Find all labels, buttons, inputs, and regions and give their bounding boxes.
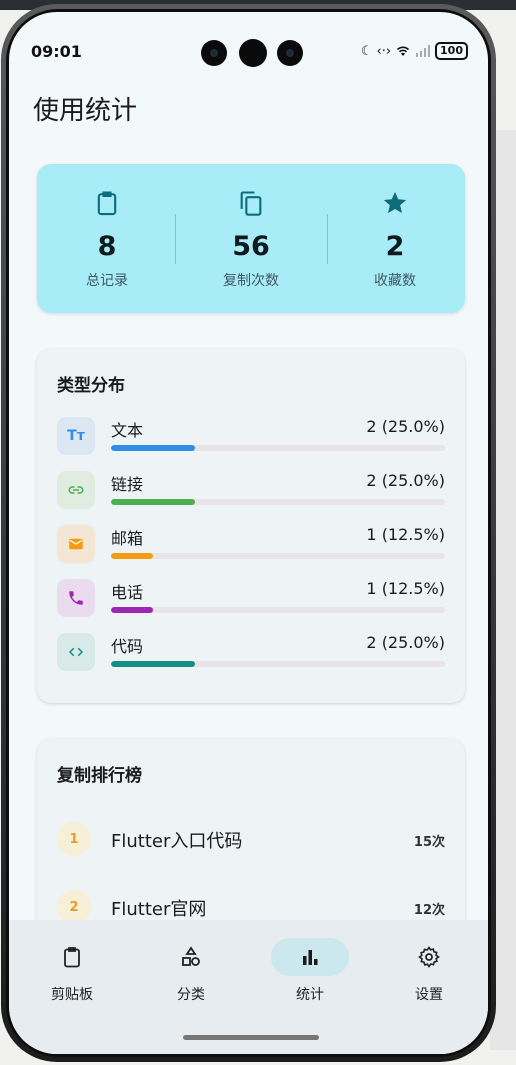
type-bar-fill [111, 499, 195, 505]
phone-frame: 09:01 ☾ ‹·› 100 使用统计 8 总记录 56 复制次数 2 收藏数… [1, 4, 496, 1062]
type-distribution-card: 类型分布 Tт 文本 2 (25.0%) 链接 2 (25.0%) 邮箱 1 (… [37, 349, 465, 703]
type-bar-fill [111, 445, 195, 451]
signal-icon [416, 45, 431, 57]
type-name: 代码 [111, 637, 144, 656]
type-value: 1 (12.5%) [366, 525, 445, 544]
rank-badge: 2 [57, 890, 91, 924]
type-value: 2 (25.0%) [366, 633, 445, 652]
type-name: 文本 [111, 421, 144, 440]
moon-icon: ☾ [360, 43, 373, 59]
type-bar-fill [111, 661, 195, 667]
screenshot-stage: 09:01 ☾ ‹·› 100 使用统计 8 总记录 56 复制次数 2 收藏数… [0, 0, 516, 1065]
nav-item-category[interactable]: 分类 [145, 932, 237, 1003]
code-icon [57, 633, 95, 671]
nav-item-statistics[interactable]: 统计 [264, 932, 356, 1003]
type-bar-track [111, 607, 445, 613]
type-bar-track [111, 661, 445, 667]
summary-card: 8 总记录 56 复制次数 2 收藏数 [37, 164, 465, 313]
type-bar-fill [111, 553, 153, 559]
phone-icon [57, 579, 95, 617]
stat-value: 8 [97, 231, 117, 262]
code-glyph [68, 647, 84, 657]
type-bar-track [111, 445, 445, 451]
ranking-item-name: Flutter官网 [111, 899, 207, 920]
type-value: 2 (25.0%) [366, 417, 445, 436]
type-name: 电话 [111, 583, 144, 602]
nav-icon-container [152, 938, 230, 976]
nav-label: 设置 [415, 987, 443, 1003]
type-name: 链接 [111, 475, 144, 494]
stat-favorites: 2 收藏数 [325, 164, 465, 313]
bottom-navigation: 剪贴板 分类 统计 设置 [9, 920, 488, 1054]
nav-label: 剪贴板 [51, 987, 93, 1003]
nav-label: 统计 [296, 987, 324, 1003]
type-row-email: 邮箱 1 (12.5%) [57, 523, 445, 569]
text-icon: Tт [57, 417, 95, 455]
status-time: 09:01 [31, 42, 82, 61]
type-row-link: 链接 2 (25.0%) [57, 469, 445, 515]
type-row-code: 代码 2 (25.0%) [57, 631, 445, 677]
type-row-text: Tт 文本 2 (25.0%) [57, 415, 445, 461]
ranking-item-count: 15次 [413, 835, 445, 850]
stat-copy-count: 56 复制次数 [181, 164, 321, 313]
wifi-icon [396, 46, 410, 56]
camera-icon [239, 39, 267, 67]
divider [175, 214, 176, 264]
camera-icon [201, 40, 227, 66]
data-transfer-icon: ‹·› [376, 43, 392, 59]
bar-chart-icon [303, 950, 318, 965]
battery-indicator: 100 [435, 42, 468, 60]
page-title: 使用统计 [33, 96, 138, 126]
type-bar-fill [111, 607, 153, 613]
ranking-item[interactable]: 1 Flutter入口代码 15次 [57, 822, 445, 862]
rank-badge: 1 [57, 822, 91, 856]
camera-icon [277, 40, 303, 66]
type-name: 邮箱 [111, 529, 144, 548]
gear-icon [418, 946, 440, 968]
type-bar-track [111, 499, 445, 505]
nav-icon-container [33, 938, 111, 976]
status-icons: ☾ ‹·› 100 [361, 42, 468, 60]
card-title: 类型分布 [57, 376, 125, 396]
home-indicator[interactable] [183, 1035, 319, 1040]
nav-label: 分类 [177, 987, 205, 1003]
link-icon [57, 471, 95, 509]
clipboard-icon [97, 191, 117, 216]
nav-icon-container [271, 938, 349, 976]
type-value: 2 (25.0%) [366, 471, 445, 490]
ranking-item-count: 12次 [413, 903, 445, 918]
stat-label: 总记录 [86, 273, 128, 289]
nav-icon-container [390, 938, 468, 976]
stat-value: 56 [232, 231, 270, 262]
email-glyph [69, 538, 83, 550]
status-bar: 09:01 ☾ ‹·› 100 [9, 12, 488, 70]
stat-total-records: 8 总记录 [37, 164, 177, 313]
stat-label: 复制次数 [223, 273, 279, 289]
type-value: 1 (12.5%) [366, 579, 445, 598]
link-glyph [68, 486, 84, 494]
app-screen: 09:01 ☾ ‹·› 100 使用统计 8 总记录 56 复制次数 2 收藏数… [9, 12, 488, 1054]
type-bar-track [111, 553, 445, 559]
stat-label: 收藏数 [374, 273, 416, 289]
email-icon [57, 525, 95, 563]
phone-glyph [69, 591, 83, 605]
category-shapes-icon [182, 946, 200, 966]
type-icon-glyph: Tт [67, 428, 85, 444]
clipboard-icon [64, 947, 80, 968]
phone-bezel: 09:01 ☾ ‹·› 100 使用统计 8 总记录 56 复制次数 2 收藏数… [6, 9, 491, 1057]
nav-item-clipboard[interactable]: 剪贴板 [26, 932, 118, 1003]
copy-icon [240, 191, 262, 216]
type-row-phone: 电话 1 (12.5%) [57, 577, 445, 623]
card-title: 复制排行榜 [57, 766, 142, 786]
stat-value: 2 [385, 231, 405, 262]
ranking-item-name: Flutter入口代码 [111, 831, 243, 852]
star-icon [383, 191, 407, 214]
nav-item-settings[interactable]: 设置 [383, 932, 475, 1003]
